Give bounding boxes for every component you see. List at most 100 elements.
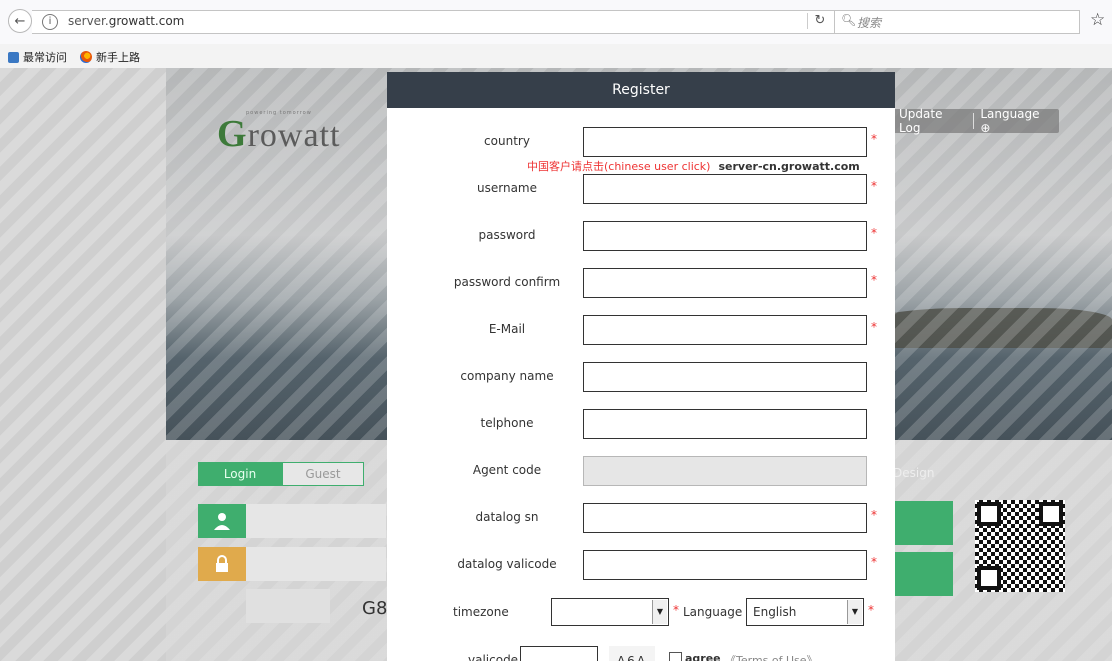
password-confirm-input[interactable] bbox=[583, 268, 867, 298]
field-label: username bbox=[477, 181, 537, 195]
field-label: Agent code bbox=[472, 463, 542, 477]
bookmark-star-icon[interactable]: ☆ bbox=[1090, 10, 1105, 30]
company-name-input[interactable] bbox=[583, 362, 867, 392]
valicode-row: valicode A6A agree 《Terms of Use》 bbox=[387, 646, 895, 661]
timezone-language-row: timezone ▼ * Language English ▼ * bbox=[387, 598, 895, 626]
field-label: telphone bbox=[480, 416, 534, 430]
info-icon[interactable]: i bbox=[42, 14, 58, 30]
growatt-logo: Growatt bbox=[217, 112, 340, 156]
required-mark: * bbox=[868, 603, 874, 617]
country-input[interactable] bbox=[583, 127, 867, 157]
language-label: Language bbox=[683, 605, 743, 619]
required-mark: * bbox=[871, 320, 877, 334]
design-label: Design bbox=[893, 466, 935, 480]
required-mark: * bbox=[871, 273, 877, 287]
field-label: country bbox=[484, 134, 530, 148]
telphone-row: telphone bbox=[387, 409, 895, 439]
required-mark: * bbox=[871, 179, 877, 193]
required-mark: * bbox=[871, 226, 877, 240]
dialog-title: Register bbox=[387, 72, 895, 108]
telphone-input[interactable] bbox=[583, 409, 867, 439]
field-label: datalog sn bbox=[475, 510, 539, 524]
terms-of-use-link[interactable]: 《Terms of Use》 bbox=[725, 652, 818, 661]
datalog-sn-row: datalog sn * bbox=[387, 503, 895, 533]
valicode-image[interactable]: A6A bbox=[609, 646, 655, 661]
field-label: company name bbox=[460, 369, 554, 383]
bookmarks-bar: 最常访问 新手上路 bbox=[0, 44, 1112, 69]
language-menu[interactable]: Language ⊕ bbox=[974, 107, 1059, 135]
bookmark-most-visited[interactable]: 最常访问 bbox=[8, 49, 67, 65]
timezone-select[interactable]: ▼ bbox=[551, 598, 669, 626]
timezone-label: timezone bbox=[453, 605, 509, 619]
most-visited-icon bbox=[8, 51, 19, 63]
search-box[interactable]: 🔍︎ 搜索 bbox=[834, 10, 1080, 34]
email-row: E-Mail * bbox=[387, 315, 895, 345]
company-name-row: company name bbox=[387, 362, 895, 392]
username-input[interactable] bbox=[583, 174, 867, 204]
dropdown-arrow-icon[interactable]: ▼ bbox=[652, 600, 667, 624]
field-label: password bbox=[478, 228, 536, 242]
language-value: English bbox=[753, 605, 797, 619]
language-select[interactable]: English ▼ bbox=[746, 598, 864, 626]
agree-label: agree bbox=[685, 652, 721, 661]
tab-guest[interactable]: Guest bbox=[282, 462, 364, 486]
password-row: password * bbox=[387, 221, 895, 251]
field-label: datalog valicode bbox=[457, 557, 557, 571]
address-bar[interactable]: i server.growatt.com ↻ bbox=[32, 10, 933, 34]
bookmark-label: 最常访问 bbox=[23, 51, 67, 64]
register-dialog: Register country * 中国客户请点击(chinese user … bbox=[387, 72, 895, 661]
language-label: Language bbox=[980, 107, 1040, 121]
chinese-user-text: 中国客户请点击(chinese user click) bbox=[527, 160, 711, 173]
green-button-2[interactable] bbox=[895, 552, 953, 596]
chinese-user-note: 中国客户请点击(chinese user click) server-cn.gro… bbox=[527, 158, 860, 174]
firefox-icon bbox=[80, 51, 92, 63]
tab-login[interactable]: Login bbox=[198, 462, 282, 486]
password-input[interactable] bbox=[583, 221, 867, 251]
valicode-input[interactable] bbox=[520, 646, 598, 661]
login-password-input[interactable] bbox=[246, 547, 386, 581]
qr-code bbox=[975, 500, 1065, 592]
g8-text: G8 bbox=[362, 598, 388, 619]
top-right-menu: Update Log Language ⊕ bbox=[893, 107, 1059, 135]
green-button-1[interactable] bbox=[895, 501, 953, 545]
bookmark-getting-started[interactable]: 新手上路 bbox=[80, 49, 140, 65]
field-label: E-Mail bbox=[488, 322, 526, 336]
bookmark-label: 新手上路 bbox=[96, 51, 140, 64]
required-mark: * bbox=[673, 603, 679, 617]
username-row: username * bbox=[387, 174, 895, 204]
datalog-valicode-row: datalog valicode * bbox=[387, 550, 895, 580]
qr-code-icon bbox=[975, 500, 1065, 592]
search-icon: 🔍︎ bbox=[841, 13, 857, 27]
reload-icon[interactable]: ↻ bbox=[807, 13, 832, 29]
url-text: server.growatt.com bbox=[68, 14, 184, 28]
login-username-input[interactable] bbox=[246, 504, 386, 538]
update-log-link[interactable]: Update Log bbox=[893, 107, 973, 135]
login-code-input[interactable] bbox=[246, 589, 330, 623]
agent-code-input bbox=[583, 456, 867, 486]
country-row: country * bbox=[387, 127, 895, 157]
agree-checkbox[interactable] bbox=[669, 652, 682, 661]
user-icon bbox=[198, 504, 246, 538]
back-icon[interactable]: ← bbox=[8, 9, 32, 33]
logo-g: G bbox=[217, 113, 248, 155]
field-label: password confirm bbox=[453, 275, 561, 289]
url-host: server. bbox=[68, 14, 109, 28]
chevron-down-circle-icon: ⊕ bbox=[980, 121, 991, 135]
required-mark: * bbox=[871, 508, 877, 522]
logo-tagline: powering tomorrow bbox=[246, 110, 312, 116]
required-mark: * bbox=[871, 132, 877, 146]
chinese-server-link[interactable]: server-cn.growatt.com bbox=[718, 160, 859, 173]
lock-icon bbox=[198, 547, 246, 581]
logo-text: rowatt bbox=[247, 117, 341, 154]
email-input[interactable] bbox=[583, 315, 867, 345]
valicode-label: valicode bbox=[468, 653, 519, 661]
required-mark: * bbox=[871, 555, 877, 569]
password-confirm-row: password confirm * bbox=[387, 268, 895, 298]
search-placeholder: 搜索 bbox=[857, 16, 882, 30]
url-domain: growatt.com bbox=[108, 14, 185, 28]
datalog-sn-input[interactable] bbox=[583, 503, 867, 533]
browser-toolbar: ← i server.growatt.com ↻ 🔍︎ 搜索 ☆ bbox=[0, 0, 1112, 44]
agent-code-row: Agent code bbox=[387, 456, 895, 486]
datalog-valicode-input[interactable] bbox=[583, 550, 867, 580]
dropdown-arrow-icon[interactable]: ▼ bbox=[847, 600, 862, 624]
